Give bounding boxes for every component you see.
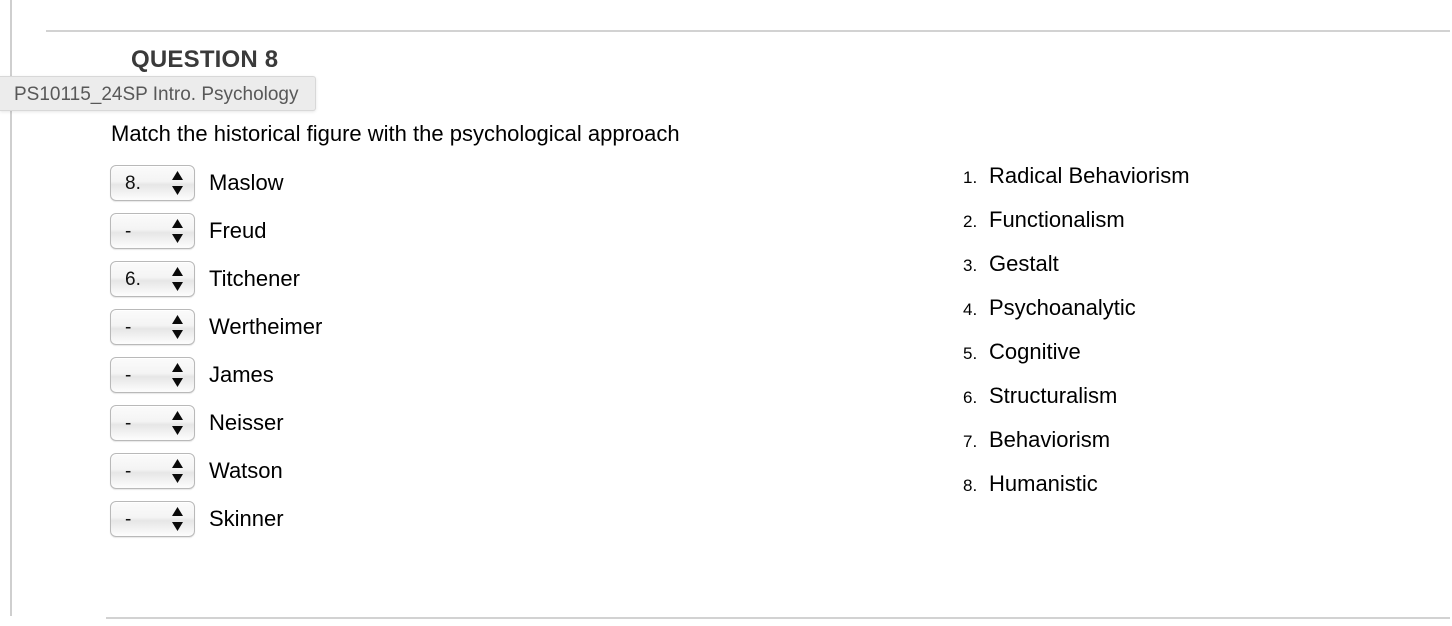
match-row: - Watson xyxy=(110,452,530,490)
option-text: Functionalism xyxy=(989,207,1125,232)
stepper-arrows-icon xyxy=(171,170,184,196)
match-item-label: Skinner xyxy=(209,506,284,531)
match-select-james[interactable]: - xyxy=(110,357,195,393)
match-select-watson[interactable]: - xyxy=(110,453,195,489)
match-select-value: 8. xyxy=(125,173,141,194)
course-tooltip: PS10115_24SP Intro. Psychology xyxy=(0,76,316,111)
page-title: QUESTION 8 xyxy=(131,46,279,73)
bottom-divider xyxy=(106,617,1450,619)
top-divider xyxy=(46,30,1450,32)
match-row: 6. Titchener xyxy=(110,260,530,298)
stepper-arrows-icon xyxy=(171,410,184,436)
match-item-label: Maslow xyxy=(209,170,284,195)
match-row: - Wertheimer xyxy=(110,308,530,346)
option-number: 6. xyxy=(963,388,978,407)
option-number: 1. xyxy=(963,168,978,187)
question-prompt: Match the historical figure with the psy… xyxy=(111,121,680,146)
stepper-arrows-icon xyxy=(171,266,184,292)
match-item-label: Watson xyxy=(209,458,283,483)
match-row: - Freud xyxy=(110,212,530,250)
option-number: 4. xyxy=(963,300,978,319)
stepper-arrows-icon xyxy=(171,362,184,388)
match-row: - Neisser xyxy=(110,404,530,442)
option-text: Humanistic xyxy=(989,471,1098,496)
match-item-label: Freud xyxy=(209,218,267,243)
option-text: Cognitive xyxy=(989,339,1081,364)
match-item-label: Wertheimer xyxy=(209,314,323,339)
option-row: 4. Psychoanalytic xyxy=(963,295,1393,339)
match-select-value: - xyxy=(125,461,132,482)
match-select-value: - xyxy=(125,221,132,242)
option-row: 7. Behaviorism xyxy=(963,427,1393,471)
option-text: Behaviorism xyxy=(989,427,1111,452)
match-select-value: - xyxy=(125,413,132,434)
match-select-titchener[interactable]: 6. xyxy=(110,261,195,297)
match-item-label: Titchener xyxy=(209,266,300,291)
option-text: Radical Behaviorism xyxy=(989,163,1190,188)
option-number: 7. xyxy=(963,432,978,451)
option-row: 6. Structuralism xyxy=(963,383,1393,427)
stepper-arrows-icon xyxy=(171,218,184,244)
match-item-label: James xyxy=(209,362,274,387)
match-select-skinner[interactable]: - xyxy=(110,501,195,537)
match-select-value: - xyxy=(125,365,132,386)
match-select-neisser[interactable]: - xyxy=(110,405,195,441)
match-row: 8. Maslow xyxy=(110,164,530,202)
option-number: 3. xyxy=(963,256,978,275)
match-item-label: Neisser xyxy=(209,410,284,435)
match-select-maslow[interactable]: 8. xyxy=(110,165,195,201)
option-row: 1. Radical Behaviorism xyxy=(963,163,1393,207)
match-select-value: 6. xyxy=(125,269,141,290)
option-number: 2. xyxy=(963,212,978,231)
option-row: 5. Cognitive xyxy=(963,339,1393,383)
match-select-value: - xyxy=(125,509,132,530)
stepper-arrows-icon xyxy=(171,458,184,484)
option-text: Gestalt xyxy=(989,251,1059,276)
stepper-arrows-icon xyxy=(171,506,184,532)
match-row: - James xyxy=(110,356,530,394)
option-number: 5. xyxy=(963,344,978,363)
match-select-value: - xyxy=(125,317,132,338)
match-row: - Skinner xyxy=(110,500,530,538)
match-select-wertheimer[interactable]: - xyxy=(110,309,195,345)
matching-list: 8. Maslow - Freud 6. Titchener - Wertheimer - Jam… xyxy=(110,164,530,548)
option-row: 3. Gestalt xyxy=(963,251,1393,295)
option-row: 8. Humanistic xyxy=(963,471,1393,515)
options-list: 1. Radical Behaviorism 2. Functionalism 3. Ge… xyxy=(963,163,1393,515)
option-row: 2. Functionalism xyxy=(963,207,1393,251)
match-select-freud[interactable]: - xyxy=(110,213,195,249)
option-text: Structuralism xyxy=(989,383,1118,408)
option-number: 8. xyxy=(963,476,978,495)
option-text: Psychoanalytic xyxy=(989,295,1136,320)
stepper-arrows-icon xyxy=(171,314,184,340)
